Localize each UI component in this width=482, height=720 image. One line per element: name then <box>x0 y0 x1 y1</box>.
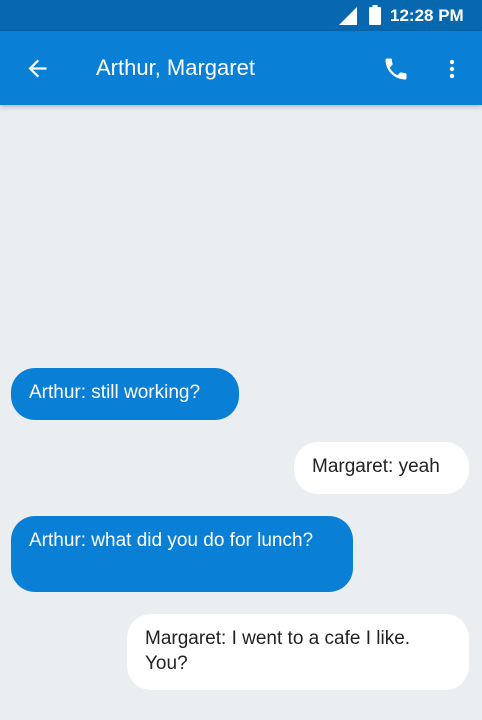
phone-icon[interactable] <box>382 55 410 83</box>
message-bubble-incoming[interactable]: Arthur: what did you do for lunch? <box>11 516 353 592</box>
more-vert-icon[interactable] <box>440 55 464 83</box>
message-bubble-outgoing[interactable]: Margaret: yeah <box>294 442 469 494</box>
message-bubble-outgoing[interactable]: Margaret: I went to a cafe I like. You? <box>127 614 469 690</box>
status-bar: 12:28 PM <box>0 0 482 31</box>
signal-icon <box>339 7 357 25</box>
message-bubble-incoming[interactable]: Arthur: still working? <box>11 368 239 420</box>
battery-icon <box>369 5 381 25</box>
conversation-title: Arthur, Margaret <box>96 55 255 80</box>
status-time: 12:28 PM <box>390 6 464 25</box>
app-bar: Arthur, Margaret <box>0 31 482 105</box>
back-arrow-icon[interactable] <box>24 55 51 82</box>
